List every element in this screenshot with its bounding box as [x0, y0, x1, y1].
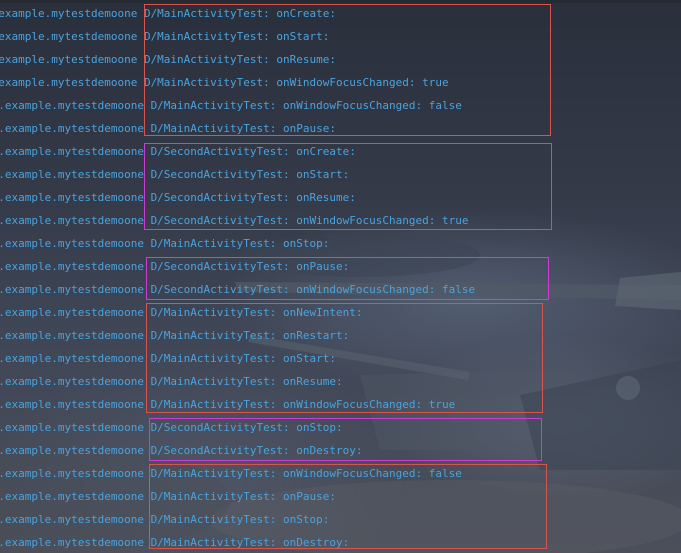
log-line: om.example.mytestdemoone D/SecondActivit… — [0, 145, 356, 158]
log-line: m.example.mytestdemoone D/MainActivityTe… — [0, 76, 449, 89]
log-line: om.example.mytestdemoone D/MainActivityT… — [0, 352, 336, 365]
log-line: om.example.mytestdemoone D/SecondActivit… — [0, 191, 356, 204]
log-line: om.example.mytestdemoone D/SecondActivit… — [0, 168, 350, 181]
log-line: om.example.mytestdemoone D/SecondActivit… — [0, 283, 476, 296]
log-line: om.example.mytestdemoone D/MainActivityT… — [0, 536, 350, 549]
log-line: om.example.mytestdemoone D/MainActivityT… — [0, 467, 462, 480]
log-line: om.example.mytestdemoone D/SecondActivit… — [0, 214, 469, 227]
log-line: om.example.mytestdemoone D/MainActivityT… — [0, 329, 350, 342]
log-line: om.example.mytestdemoone D/MainActivityT… — [0, 306, 363, 319]
log-line: om.example.mytestdemoone D/MainActivityT… — [0, 398, 456, 411]
log-line: om.example.mytestdemoone D/MainActivityT… — [0, 122, 336, 135]
log-line: om.example.mytestdemoone D/MainActivityT… — [0, 490, 336, 503]
log-line: om.example.mytestdemoone D/SecondActivit… — [0, 260, 350, 273]
log-line: m.example.mytestdemoone D/MainActivityTe… — [0, 7, 336, 20]
log-line: om.example.mytestdemoone D/MainActivityT… — [0, 375, 343, 388]
log-line: om.example.mytestdemoone D/MainActivityT… — [0, 237, 330, 250]
log-line: om.example.mytestdemoone D/SecondActivit… — [0, 421, 343, 434]
log-line: m.example.mytestdemoone D/MainActivityTe… — [0, 53, 336, 66]
log-line: om.example.mytestdemoone D/MainActivityT… — [0, 513, 330, 526]
logcat-console: m.example.mytestdemoone D/MainActivityTe… — [0, 0, 681, 553]
log-line: om.example.mytestdemoone D/MainActivityT… — [0, 99, 462, 112]
log-line: om.example.mytestdemoone D/SecondActivit… — [0, 444, 363, 457]
log-line: m.example.mytestdemoone D/MainActivityTe… — [0, 30, 330, 43]
